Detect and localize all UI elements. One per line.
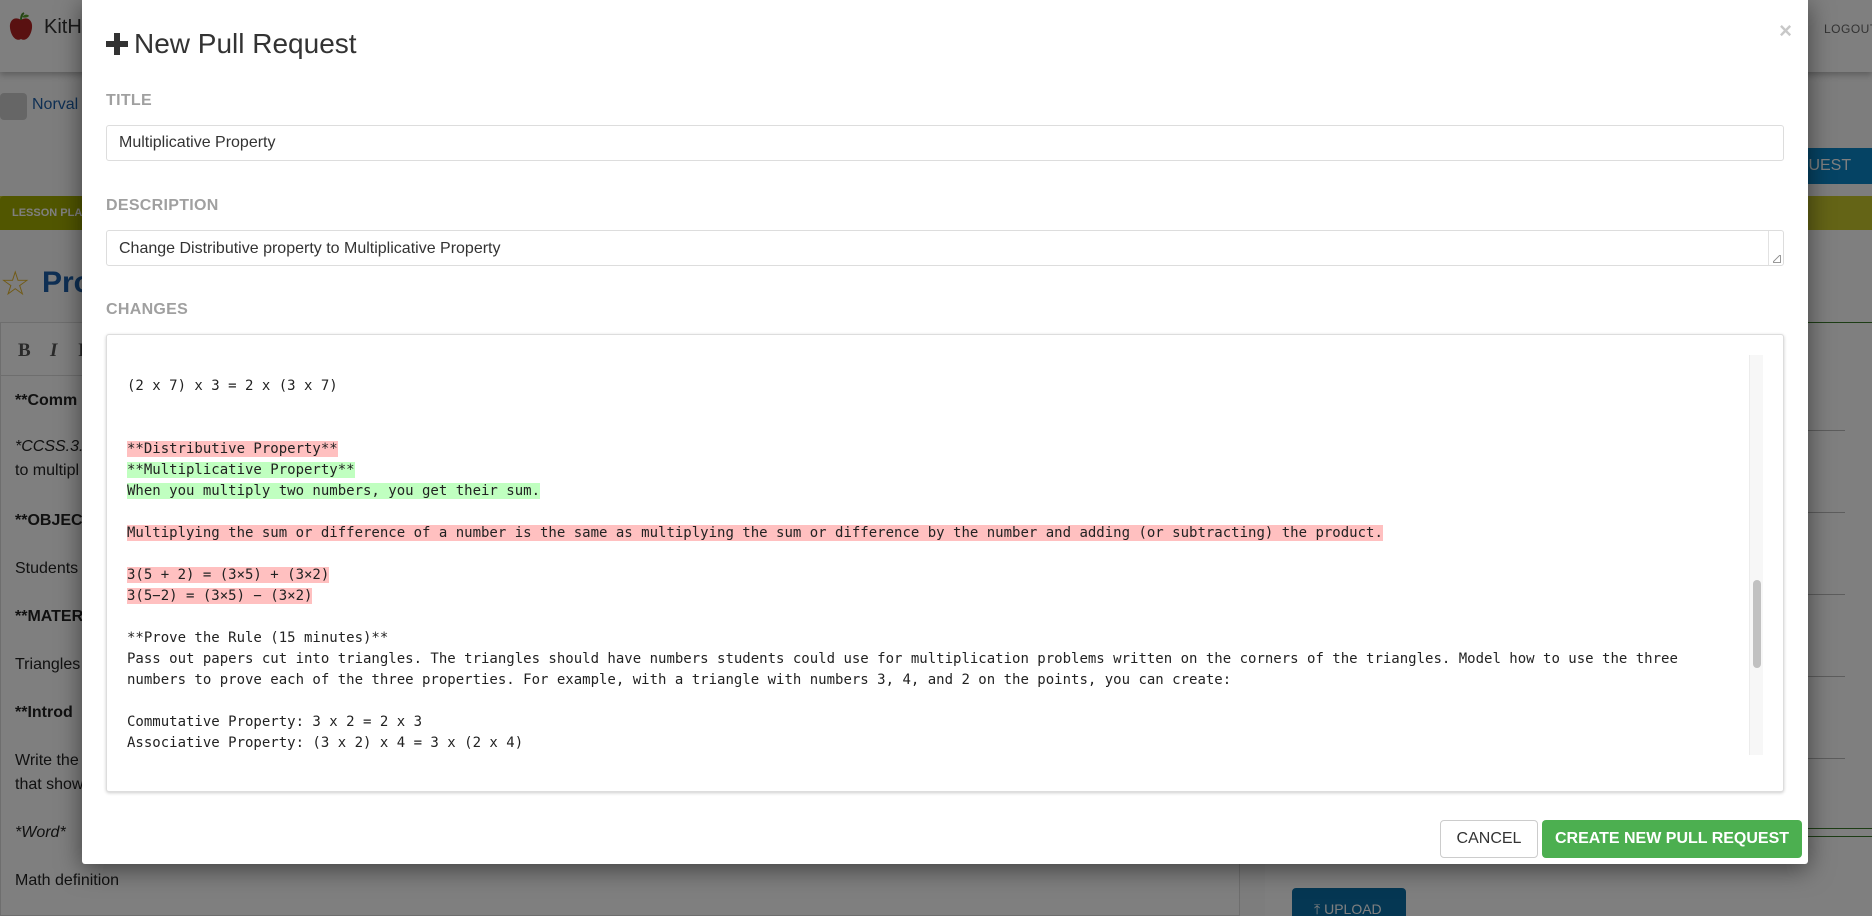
title-input[interactable]	[106, 125, 1784, 161]
diff-line-removed: Multiplying the sum or difference of a n…	[127, 523, 1747, 544]
diff-line-removed: **Distributive Property**	[127, 439, 1747, 460]
diff-line-context: numbers to prove each of the three prope…	[127, 670, 1747, 691]
diff-line-blank	[127, 397, 1747, 418]
modal-title: New Pull Request	[134, 28, 357, 59]
diff-line-text: Pass out papers cut into triangles. The …	[127, 651, 1678, 667]
plus-icon	[106, 33, 128, 55]
diff-line-text: Multiplying the sum or difference of a n…	[127, 525, 1383, 541]
modal-header: New Pull Request	[106, 24, 357, 64]
diff-line-blank	[127, 418, 1747, 439]
diff-line-added: When you multiply two numbers, you get t…	[127, 481, 1747, 502]
create-pull-request-button[interactable]: CREATE NEW PULL REQUEST	[1542, 820, 1802, 858]
diff-line-blank	[127, 544, 1747, 565]
diff-scrollbar[interactable]	[1749, 355, 1763, 755]
diff-line-text: **Distributive Property**	[127, 441, 338, 457]
diff-line-text: Commutative Property: 3 x 2 = 2 x 3	[127, 714, 423, 730]
description-value: Change Distributive property to Multipli…	[119, 240, 501, 257]
diff-line-text: 3(5−2) = (3×5) − (3×2)	[127, 588, 313, 604]
diff-line-blank	[127, 355, 1747, 376]
diff-line-blank	[127, 607, 1747, 628]
scrollbar-thumb[interactable]	[1753, 580, 1761, 668]
diff-line-blank	[127, 502, 1747, 523]
description-textarea[interactable]: Change Distributive property to Multipli…	[106, 230, 1784, 266]
diff-line-removed: 3(5 + 2) = (3×5) + (3×2)	[127, 565, 1747, 586]
diff-line-context: **Prove the Rule (15 minutes)**	[127, 628, 1747, 649]
diff-line-context: Pass out papers cut into triangles. The …	[127, 649, 1747, 670]
diff-line-text: **Prove the Rule (15 minutes)**	[127, 630, 389, 646]
close-icon[interactable]: ×	[1779, 18, 1792, 44]
cancel-button[interactable]: CANCEL	[1440, 820, 1538, 858]
changes-diff-panel: (2 x 7) x 3 = 2 x (3 x 7) **Distributive …	[106, 334, 1784, 792]
diff-line-removed: 3(5−2) = (3×5) − (3×2)	[127, 586, 1747, 607]
changes-label: CHANGES	[106, 301, 189, 318]
diff-line-context: Commutative Property: 3 x 2 = 2 x 3	[127, 712, 1747, 733]
description-label: DESCRIPTION	[106, 197, 219, 214]
diff-line-text: numbers to prove each of the three prope…	[127, 672, 1232, 688]
resize-handle-icon[interactable]	[1773, 255, 1781, 263]
new-pull-request-modal: New Pull Request × TITLE DESCRIPTION Cha…	[82, 0, 1808, 864]
diff-line-text: 3(5 + 2) = (3×5) + (3×2)	[127, 567, 330, 583]
diff-line-text: Associative Property: (3 x 2) x 4 = 3 x …	[127, 735, 524, 751]
diff-line-text: (2 x 7) x 3 = 2 x (3 x 7)	[127, 378, 338, 394]
diff-line-added: **Multiplicative Property**	[127, 460, 1747, 481]
diff-content[interactable]: (2 x 7) x 3 = 2 x (3 x 7) **Distributive …	[127, 355, 1747, 755]
diff-line-text: When you multiply two numbers, you get t…	[127, 483, 541, 499]
diff-line-blank	[127, 691, 1747, 712]
diff-line-context: Associative Property: (3 x 2) x 4 = 3 x …	[127, 733, 1747, 754]
diff-line-context: (2 x 7) x 3 = 2 x (3 x 7)	[127, 376, 1747, 397]
diff-line-text: **Multiplicative Property**	[127, 462, 355, 478]
title-label: TITLE	[106, 92, 152, 109]
